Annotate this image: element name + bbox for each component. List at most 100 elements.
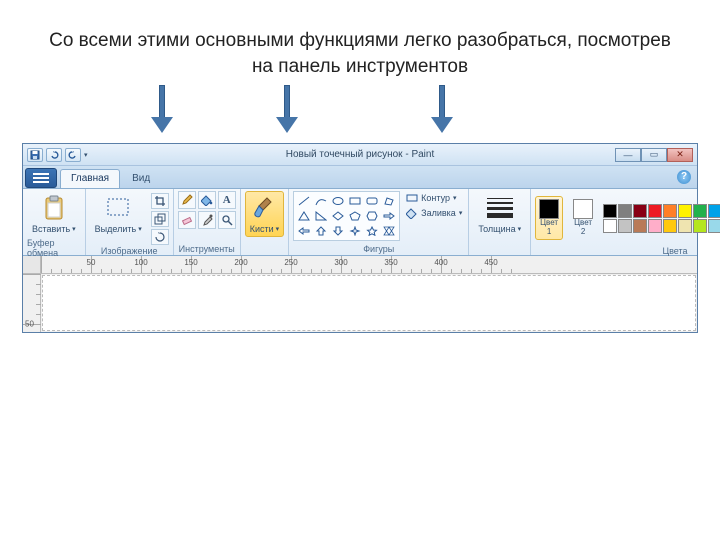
- palette-swatch[interactable]: [603, 219, 617, 233]
- palette-swatch[interactable]: [663, 219, 677, 233]
- size-button[interactable]: Толщина▾: [473, 191, 526, 237]
- shape-hexagon-icon[interactable]: [364, 209, 380, 223]
- ribbon: Вставить▾ Буфер обмена Выделить▾: [23, 188, 697, 256]
- shape-pentagon-icon[interactable]: [347, 209, 363, 223]
- shape-star6-icon[interactable]: [381, 224, 397, 238]
- shape-triangle-icon[interactable]: [296, 209, 312, 223]
- palette-swatch[interactable]: [708, 204, 720, 218]
- horizontal-ruler: 50100150200250300350400450: [23, 256, 697, 274]
- vertical-ruler: 50: [23, 274, 41, 332]
- dropper-tool-icon[interactable]: [198, 211, 216, 229]
- zoom-tool-icon[interactable]: [218, 211, 236, 229]
- group-shapes-label: Фигуры: [363, 243, 394, 254]
- palette-swatch[interactable]: [648, 204, 662, 218]
- maximize-button[interactable]: ▭: [641, 148, 667, 162]
- paste-button[interactable]: Вставить▾: [27, 191, 81, 237]
- pencil-tool-icon[interactable]: [178, 191, 196, 209]
- palette-swatch[interactable]: [648, 219, 662, 233]
- rotate-icon[interactable]: [151, 229, 169, 245]
- text-tool-icon[interactable]: A: [218, 191, 236, 209]
- shape-star5-icon[interactable]: [364, 224, 380, 238]
- crop-icon[interactable]: [151, 193, 169, 209]
- minimize-button[interactable]: —: [615, 148, 641, 162]
- palette-swatch[interactable]: [633, 219, 647, 233]
- color2-label: Цвет 2: [573, 219, 593, 237]
- shape-right-triangle-icon[interactable]: [313, 209, 329, 223]
- close-button[interactable]: ✕: [667, 148, 693, 162]
- shape-arrow-down-icon[interactable]: [330, 224, 346, 238]
- shape-arrow-up-icon[interactable]: [313, 224, 329, 238]
- group-tools: A Инструменты: [174, 189, 241, 255]
- canvas[interactable]: [42, 275, 696, 331]
- arrow-2: [280, 85, 294, 133]
- undo-icon[interactable]: [46, 148, 62, 162]
- shape-fill-button[interactable]: Заливка▾: [404, 206, 464, 220]
- group-colors-label: Цвета: [662, 245, 687, 256]
- qat-dropdown-icon[interactable]: ▾: [84, 151, 88, 159]
- palette-swatch[interactable]: [678, 219, 692, 233]
- palette-swatch[interactable]: [603, 204, 617, 218]
- tab-view[interactable]: Вид: [121, 169, 161, 188]
- shape-outline-button[interactable]: Контур▾: [404, 191, 464, 205]
- group-clipboard-label: Буфер обмена: [27, 237, 81, 258]
- select-icon: [105, 194, 131, 222]
- shape-arrow-right-icon[interactable]: [381, 209, 397, 223]
- brushes-label: Кисти: [250, 224, 274, 234]
- arrow-1: [155, 85, 169, 133]
- group-image: Выделить▾ Изображение: [86, 189, 174, 255]
- shape-arrow-left-icon[interactable]: [296, 224, 312, 238]
- shape-line-icon[interactable]: [296, 194, 312, 208]
- size-label: Толщина: [478, 224, 515, 234]
- select-button[interactable]: Выделить▾: [90, 191, 147, 237]
- shape-rect-icon[interactable]: [347, 194, 363, 208]
- shape-oval-icon[interactable]: [330, 194, 346, 208]
- file-menu-button[interactable]: [25, 168, 57, 188]
- palette-swatch[interactable]: [693, 204, 707, 218]
- slide-caption: Со всеми этими основными функциями легко…: [0, 0, 720, 85]
- clipboard-icon: [41, 194, 67, 222]
- color-palette[interactable]: [603, 204, 720, 233]
- eraser-tool-icon[interactable]: [178, 211, 196, 229]
- palette-swatch[interactable]: [678, 204, 692, 218]
- shape-roundrect-icon[interactable]: [364, 194, 380, 208]
- tab-home[interactable]: Главная: [60, 169, 120, 188]
- window-title: Новый точечный рисунок - Paint: [286, 149, 434, 160]
- workarea: 50: [23, 274, 697, 332]
- color1-swatch: [539, 199, 559, 219]
- group-tools-label: Инструменты: [179, 243, 235, 254]
- color1-button[interactable]: Цвет 1: [535, 196, 563, 240]
- brushes-button[interactable]: Кисти▾: [245, 191, 284, 237]
- thickness-icon: [487, 194, 513, 222]
- group-clipboard: Вставить▾ Буфер обмена: [23, 189, 86, 255]
- palette-swatch[interactable]: [708, 219, 720, 233]
- quick-access-toolbar: ▾: [27, 148, 88, 162]
- palette-swatch[interactable]: [633, 204, 647, 218]
- fill-tool-icon[interactable]: [198, 191, 216, 209]
- group-brushes: Кисти▾ .: [241, 189, 289, 255]
- palette-swatch[interactable]: [618, 219, 632, 233]
- pointer-arrows: [0, 85, 720, 143]
- group-shapes: Контур▾ Заливка▾ Фигуры: [289, 189, 469, 255]
- shape-star4-icon[interactable]: [347, 224, 363, 238]
- resize-icon[interactable]: [151, 211, 169, 227]
- window-controls: — ▭ ✕: [615, 148, 693, 162]
- palette-swatch[interactable]: [693, 219, 707, 233]
- paste-label: Вставить: [32, 224, 70, 234]
- shape-diamond-icon[interactable]: [330, 209, 346, 223]
- shape-curve-icon[interactable]: [313, 194, 329, 208]
- group-image-label: Изображение: [101, 245, 158, 256]
- palette-swatch[interactable]: [618, 204, 632, 218]
- palette-swatch[interactable]: [663, 204, 677, 218]
- arrow-3: [435, 85, 449, 133]
- brush-icon: [251, 194, 277, 222]
- help-icon[interactable]: ?: [677, 170, 691, 184]
- select-label: Выделить: [95, 224, 137, 234]
- shape-polygon-icon[interactable]: [381, 194, 397, 208]
- shape-gallery[interactable]: [293, 191, 400, 241]
- save-icon[interactable]: [27, 148, 43, 162]
- redo-icon[interactable]: [65, 148, 81, 162]
- group-size: Толщина▾ .: [469, 189, 531, 255]
- color2-button[interactable]: Цвет 2: [569, 196, 597, 240]
- paint-window: ▾ Новый точечный рисунок - Paint — ▭ ✕ Г…: [22, 143, 698, 333]
- color1-label: Цвет 1: [539, 219, 559, 237]
